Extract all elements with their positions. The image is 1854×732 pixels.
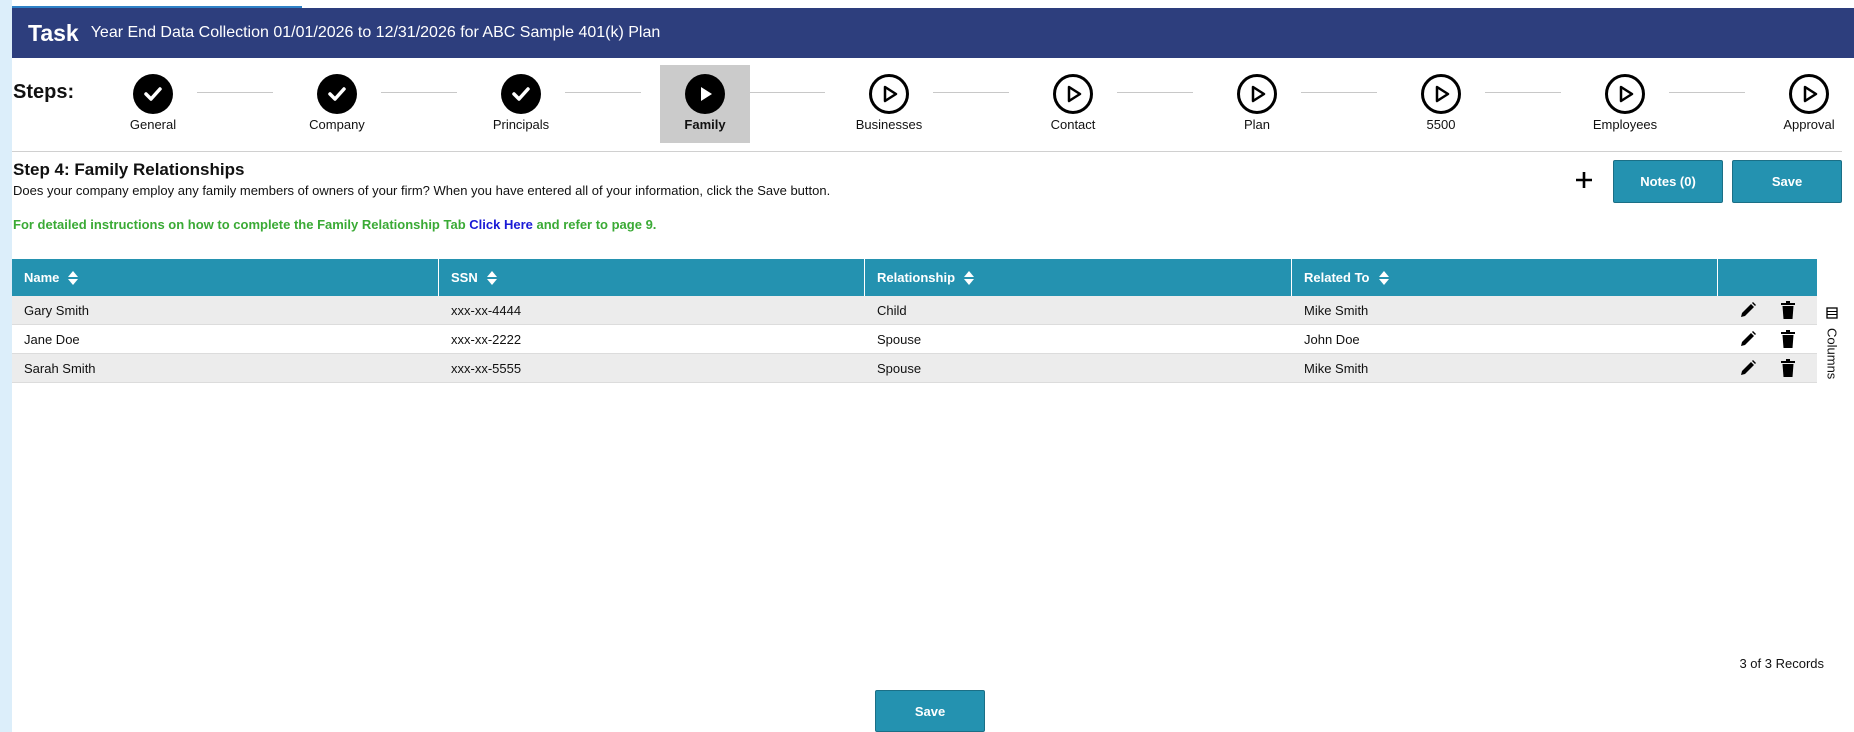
step-businesses[interactable]: Businesses [844, 65, 934, 143]
row-actions [1718, 296, 1817, 324]
sort-icon [68, 270, 79, 285]
step-label: Employees [1592, 117, 1658, 132]
add-icon[interactable] [1575, 165, 1593, 195]
task-subtitle: Year End Data Collection 01/01/2026 to 1… [90, 24, 661, 41]
step-connector [565, 92, 641, 93]
cell-related-to: John Doe [1304, 331, 1360, 347]
task-header: Task Year End Data Collection 01/01/2026… [12, 8, 1854, 58]
play-circle-icon [1237, 74, 1277, 114]
column-header-actions [1718, 259, 1817, 296]
record-count: 3 of 3 Records [1739, 656, 1824, 671]
play-circle-icon [1053, 74, 1093, 114]
step-connector [1117, 92, 1193, 93]
step-connector [381, 92, 457, 93]
sort-icon [1378, 270, 1389, 285]
step-connector [749, 92, 825, 93]
columns-label: Columns [1824, 328, 1840, 380]
step-label: Company [309, 117, 365, 132]
cell-relationship: Spouse [877, 331, 922, 347]
step-connector [197, 92, 273, 93]
play-icon [685, 74, 725, 114]
cell-ssn: xxx-xx-4444 [451, 302, 522, 318]
step-connector [1485, 92, 1561, 93]
sort-icon [964, 270, 975, 285]
family-table: Name SSN Relationship Related To Gary Sm… [12, 259, 1817, 383]
play-circle-icon [1421, 74, 1461, 114]
table-header: Name SSN Relationship Related To [12, 259, 1817, 296]
step-general[interactable]: General [108, 65, 198, 143]
step-employees[interactable]: Employees [1580, 65, 1670, 143]
edit-pencil-icon[interactable] [1738, 300, 1758, 320]
row-actions [1718, 325, 1817, 353]
column-header-label: Related To [1304, 270, 1370, 285]
table-row: Gary Smith xxx-xx-4444 Child Mike Smith [12, 296, 1817, 325]
step-principals[interactable]: Principals [476, 65, 566, 143]
cell-name: Gary Smith [24, 302, 90, 318]
cell-ssn: xxx-xx-2222 [451, 331, 522, 347]
instruction-text: For detailed instructions on how to comp… [13, 217, 656, 232]
delete-trash-icon[interactable] [1778, 358, 1798, 378]
step-family[interactable]: Family [660, 65, 750, 143]
cell-ssn: xxx-xx-5555 [451, 360, 522, 376]
step-connector [933, 92, 1009, 93]
instruction-suffix: and refer to page 9. [536, 217, 657, 232]
edit-pencil-icon[interactable] [1738, 358, 1758, 378]
step-company[interactable]: Company [292, 65, 382, 143]
check-icon [501, 74, 541, 114]
step-plan[interactable]: Plan [1212, 65, 1302, 143]
save-button-bottom[interactable]: Save [875, 690, 985, 732]
column-header-name[interactable]: Name [12, 259, 439, 296]
step-5500[interactable]: 5500 [1396, 65, 1486, 143]
top-strip [12, 0, 1854, 8]
edit-pencil-icon[interactable] [1738, 329, 1758, 349]
delete-trash-icon[interactable] [1778, 300, 1798, 320]
notes-button[interactable]: Notes (0) [1613, 160, 1723, 203]
cell-relationship: Child [877, 302, 907, 318]
step-label: Businesses [855, 117, 923, 132]
table-row: Jane Doe xxx-xx-2222 Spouse John Doe [12, 325, 1817, 354]
play-circle-icon [869, 74, 909, 114]
sort-icon [486, 270, 497, 285]
step-label: 5500 [1426, 117, 1456, 132]
check-icon [133, 74, 173, 114]
step-contact[interactable]: Contact [1028, 65, 1118, 143]
cell-relationship: Spouse [877, 360, 922, 376]
section-description: Does your company employ any family memb… [13, 183, 831, 198]
instruction-prefix: For detailed instructions on how to comp… [13, 217, 466, 232]
column-header-relationship[interactable]: Relationship [865, 259, 1292, 296]
step-label: Principals [492, 117, 550, 132]
step-label: Family [684, 117, 726, 132]
step-connector [1301, 92, 1377, 93]
save-button[interactable]: Save [1732, 160, 1842, 203]
check-icon [317, 74, 357, 114]
section-title: Step 4: Family Relationships [13, 160, 245, 179]
columns-panel-toggle[interactable]: Columns [1820, 306, 1844, 386]
step-approval[interactable]: Approval [1764, 65, 1854, 143]
steps-label: Steps: [13, 81, 75, 103]
task-label: Task [28, 19, 79, 46]
play-circle-icon [1605, 74, 1645, 114]
step-label: General [129, 117, 177, 132]
step-label: Contact [1050, 117, 1096, 132]
columns-icon [1826, 306, 1838, 324]
delete-trash-icon[interactable] [1778, 329, 1798, 349]
cell-related-to: Mike Smith [1304, 302, 1369, 318]
column-header-label: SSN [451, 270, 478, 285]
column-header-label: Name [24, 270, 60, 285]
steps-divider [12, 151, 1842, 152]
cell-name: Jane Doe [24, 331, 80, 347]
table-row: Sarah Smith xxx-xx-5555 Spouse Mike Smit… [12, 354, 1817, 383]
step-connector [1669, 92, 1745, 93]
cell-name: Sarah Smith [24, 360, 96, 376]
step-label: Approval [1783, 117, 1835, 132]
column-header-label: Relationship [877, 270, 956, 285]
step-label: Plan [1243, 117, 1271, 132]
column-header-related-to[interactable]: Related To [1292, 259, 1718, 296]
row-actions [1718, 354, 1817, 382]
column-header-ssn[interactable]: SSN [439, 259, 865, 296]
instruction-link[interactable]: Click Here [469, 217, 533, 232]
page: Task Year End Data Collection 01/01/2026… [12, 0, 1854, 732]
cell-related-to: Mike Smith [1304, 360, 1369, 376]
play-circle-icon [1789, 74, 1829, 114]
